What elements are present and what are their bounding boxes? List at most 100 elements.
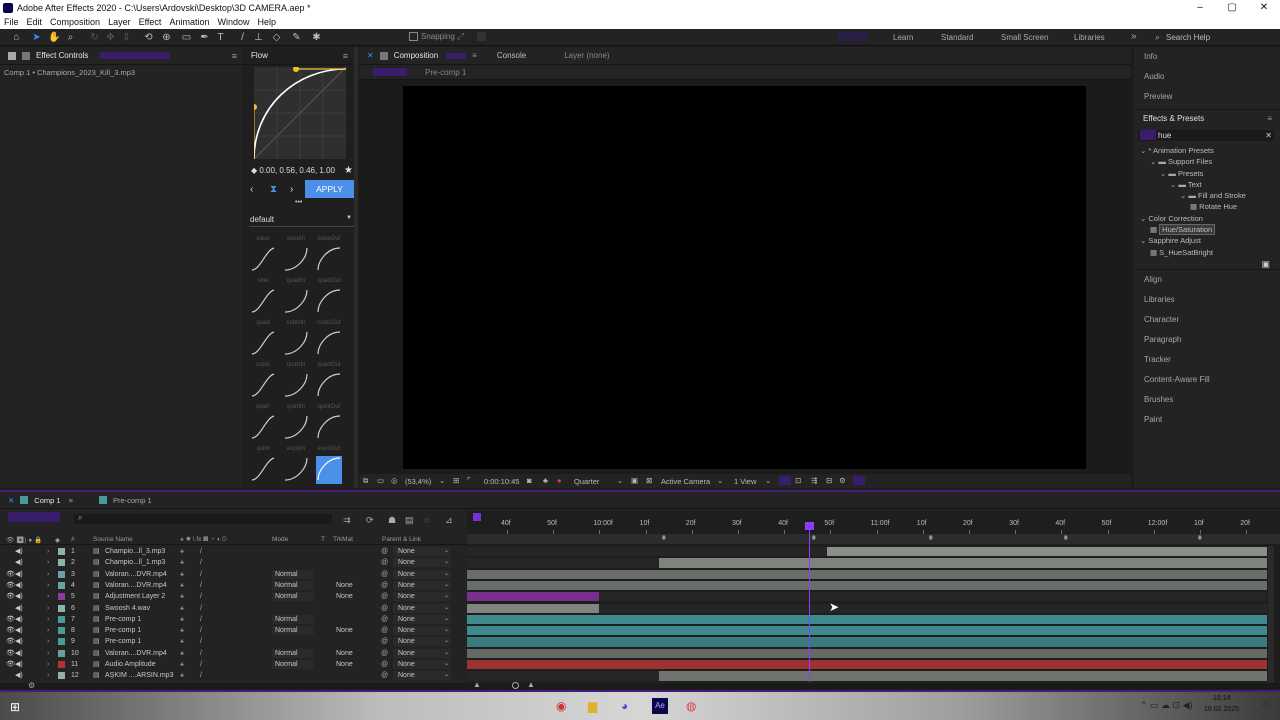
workspace-learn[interactable]: Learn [893,33,913,42]
shy-switch-icon[interactable]: ⚹ [180,648,184,659]
visibility-eye-icon[interactable]: 👁 [6,636,15,647]
pen-tool-icon[interactable]: ✒ [198,31,211,44]
label-color-swatch[interactable] [58,627,65,635]
show-snapshot-icon[interactable]: ♣ [543,476,548,485]
expand-arrow-icon[interactable]: › [47,625,49,636]
visibility-eye-icon[interactable]: 👁 [6,648,15,659]
draft-3d-toggle[interactable] [779,476,791,485]
rotate-tool-icon[interactable]: ⟲ [142,31,155,44]
pick-whip-icon[interactable]: @ [381,603,388,614]
layer-duration-bar[interactable] [467,614,1267,625]
shy-switch-icon[interactable]: ⚹ [180,569,184,580]
character-panel-tab[interactable]: Character [1134,310,1280,330]
effects-tree-item[interactable]: ⌄ ▬ Text [1140,179,1280,190]
discord-icon[interactable]: ◕ [621,699,628,713]
menu-window[interactable]: Window [213,17,253,27]
workspace-small-screen[interactable]: Small Screen [1001,33,1049,42]
layer-name[interactable]: Pre-comp 1 [105,625,141,636]
pick-whip-icon[interactable]: @ [381,557,388,568]
audio-panel-tab[interactable]: Audio [1134,67,1280,87]
panel-close-icon[interactable] [8,51,16,60]
label-color-swatch[interactable] [58,604,65,612]
active-camera-select[interactable]: Active Camera [661,477,710,486]
audio-speaker-icon[interactable]: ◀) [15,591,23,602]
graph-editor-icon[interactable]: ⊿ [445,515,453,526]
layer-row[interactable]: 👁 ◀) › 10 ▤ Valoran....DVR.mp4 ⚹ / Normal None @ No… [0,648,467,659]
current-time-indicator[interactable] [809,522,810,682]
marker-icon[interactable]: ⩩ [812,535,816,543]
visibility-eye-icon[interactable]: 👁 [6,659,15,670]
track-matte-value[interactable]: None [336,659,353,670]
quality-switch-icon[interactable]: / [200,546,202,557]
tab-effect-controls[interactable]: Effect Controls [36,51,88,60]
expand-arrow-icon[interactable]: › [47,569,49,580]
pick-whip-icon[interactable]: @ [381,659,388,670]
quality-switch-icon[interactable]: / [200,591,202,602]
close-button[interactable]: ✕ [1248,0,1280,15]
menu-layer[interactable]: Layer [104,17,135,27]
source-name-header[interactable]: Source Name [93,536,133,543]
more-options-icon[interactable]: ••• [295,199,302,206]
panel-menu-icon[interactable]: ≡ [232,51,237,61]
favorite-star-icon[interactable]: ★ [344,165,353,176]
system-tray-icons[interactable]: ⌃ ▭ ☁ ⊡ ◀) [1140,700,1193,711]
ease-preset-quartOut[interactable] [316,372,342,400]
region-of-interest-icon[interactable]: ⌜ [467,476,471,485]
visibility-eye-icon[interactable]: 👁 [6,614,15,625]
track-matte-value[interactable]: None [336,591,353,602]
work-area-bar[interactable]: ⩩ ⩩ ⩩ ⩩ ⩩ [467,534,1280,544]
expand-arrow-icon[interactable]: › [47,546,49,557]
layer-row[interactable]: 👁 ◀) › 8 ▤ Pre-comp 1 ⚹ / Normal None @ None ⌄ [0,625,467,636]
comp-1-subtab[interactable] [373,68,407,76]
layer-duration-bar[interactable] [659,558,1267,568]
home-icon[interactable]: ⌂ [10,31,23,44]
layer-duration-bar[interactable] [467,660,1267,670]
pick-whip-icon[interactable]: @ [381,614,388,625]
menu-animation[interactable]: Animation [165,17,213,27]
shy-switch-icon[interactable]: ⚹ [180,591,184,602]
ease-preset-quadIn[interactable] [283,288,309,316]
ease-preset-quintIn[interactable] [283,414,309,442]
composition-menu-icon[interactable]: ≡ [472,51,477,60]
tracker-panel-tab[interactable]: Tracker [1134,350,1280,370]
motion-blur-icon[interactable]: ◌ [424,515,429,525]
search-icon[interactable]: ⌕ [1155,32,1160,43]
libraries-panel-tab[interactable]: Libraries [1134,290,1280,310]
dolly-tool-icon[interactable]: ⇕ [120,31,133,44]
ease-preset-easeOut[interactable] [316,246,342,274]
workspace-standard[interactable]: Standard [941,33,973,42]
expand-arrow-icon[interactable]: › [47,648,49,659]
quality-switch-icon[interactable]: / [200,557,202,568]
effects-tree-item[interactable]: ⌄ ▬ Presets [1140,168,1280,179]
audio-speaker-icon[interactable]: ◀) [15,648,23,659]
layer-name[interactable]: AŞKIM ....ARSIN.mp3 [105,670,173,681]
effects-tree-item[interactable]: ⌄ * Animation Presets [1140,145,1280,156]
label-color-swatch[interactable] [58,661,65,668]
paint-panel-tab[interactable]: Paint [1134,410,1280,430]
ease-preset-quart[interactable] [250,414,276,442]
layer-name[interactable]: Valoran....DVR.mp4 [105,580,167,591]
minimize-button[interactable]: – [1184,0,1216,15]
workspace-default-tab[interactable] [838,32,868,41]
layer-name[interactable]: Champio...ll_1.mp3 [105,557,165,568]
visibility-eye-icon[interactable]: 👁 [6,625,15,636]
quality-switch-icon[interactable]: / [200,659,202,670]
layer-name[interactable]: Adjustment Layer 2 [105,591,165,602]
marker-icon[interactable]: ⩩ [662,535,666,543]
layer-name[interactable]: Pre-comp 1 [105,614,141,625]
timeline-scrollbar[interactable] [1268,546,1274,682]
pick-whip-icon[interactable]: @ [381,636,388,647]
layer-duration-bar[interactable] [467,603,599,613]
always-preview-icon[interactable]: ⧉ [363,476,368,486]
timeline-icon[interactable]: ⊟ [826,476,832,485]
pick-whip-icon[interactable]: @ [381,670,388,681]
quality-switch-icon[interactable]: / [200,625,202,636]
label-color-swatch[interactable] [58,615,65,623]
windows-start-icon[interactable]: ⊞ [10,700,20,714]
expand-arrow-icon[interactable]: › [47,603,49,614]
monitor-icon[interactable]: ▭ [377,476,384,485]
label-color-swatch[interactable] [58,559,65,567]
draft-3d-icon[interactable]: ⟳ [366,515,374,526]
shy-switch-icon[interactable]: ⚹ [180,670,184,681]
preview-panel-tab[interactable]: Preview [1134,87,1280,107]
